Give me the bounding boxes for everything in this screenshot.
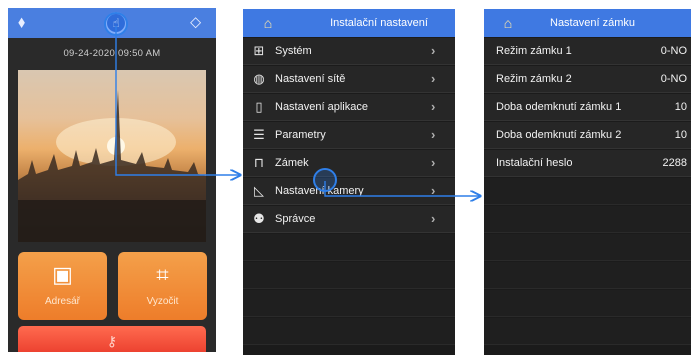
setting-value: 0-NO (660, 73, 687, 85)
menu-item-admin[interactable]: ⚉ Správce › (243, 206, 455, 233)
empty-row (243, 290, 455, 317)
globe-icon: ◍ (253, 71, 265, 86)
tap-indicator (313, 168, 337, 192)
menu-item-label: Parametry (275, 129, 326, 141)
setting-label: Režim zámku 1 (496, 45, 572, 57)
phone-icon: ▯ (255, 99, 263, 114)
empty-row (243, 318, 455, 345)
empty-row (243, 234, 455, 261)
menu-item-lock[interactable]: ⊓ Zámek › (243, 150, 455, 177)
sliders-icon: ☰ (253, 127, 265, 142)
tap-indicator (104, 12, 128, 36)
chevron-right-icon: › (431, 155, 436, 170)
menu-item-label: Zámek (275, 157, 309, 169)
wallpaper-image (18, 70, 206, 242)
setting-value: 10 (674, 101, 687, 113)
install-header: ⌂ Instalační nastavení (243, 9, 455, 37)
call-button[interactable]: ⌗ Vyzočit (118, 252, 207, 320)
chevron-right-icon: › (431, 71, 436, 86)
setting-value: 2288 (662, 157, 687, 169)
admin-icon: ⚉ (253, 211, 265, 226)
empty-row (484, 318, 691, 345)
home-icon: ⌂ (263, 15, 273, 31)
lock-title: Nastavení zámku (550, 17, 635, 29)
lock-header: ⌂ Nastavení zámku (484, 9, 691, 37)
setting-value: 10 (674, 129, 687, 141)
setting-row-unlock-time-1[interactable]: Doba odemknutí zámku 1 10 (484, 94, 691, 121)
menu-item-system[interactable]: ⊞ Systém › (243, 38, 455, 65)
chevron-right-icon: › (431, 183, 436, 198)
empty-row (243, 262, 455, 289)
home-button[interactable]: ⌂ (484, 9, 532, 37)
empty-row (484, 262, 691, 289)
home-screen: ⬧ ☝ ⬦ 09-24-2020 09:50 AM ▣ Adresář ⌗ Vy… (8, 8, 216, 352)
lock-settings-screen: ⌂ Nastavení zámku Režim zámku 1 0-NO Rež… (484, 9, 691, 355)
chevron-right-icon: › (431, 127, 436, 142)
grid-icon: ⊞ (253, 43, 265, 58)
address-book-button[interactable]: ▣ Adresář (18, 252, 107, 320)
chevron-right-icon: › (431, 43, 436, 58)
menu-item-network[interactable]: ◍ Nastavení sítě › (243, 66, 455, 93)
call-label: Vyzočit (146, 296, 179, 307)
empty-row (484, 206, 691, 233)
setting-row-lock-mode-1[interactable]: Režim zámku 1 0-NO (484, 38, 691, 65)
setting-label: Doba odemknutí zámku 2 (496, 129, 622, 141)
setting-value: 0-NO (660, 45, 687, 57)
home-icon: ⌂ (503, 15, 513, 31)
contacts-icon: ▣ (52, 262, 73, 287)
chevron-right-icon: › (431, 99, 436, 114)
camera-icon: ◺ (254, 183, 264, 198)
keypad-icon: ⌗ (156, 262, 169, 287)
setting-row-unlock-time-2[interactable]: Doba odemknutí zámku 2 10 (484, 122, 691, 149)
wifi-icon: ⬦ (190, 14, 202, 31)
date-time: 09-24-2020 09:50 AM (63, 48, 161, 59)
unlock-button[interactable]: ⚷ (18, 326, 206, 352)
menu-item-label: Nastavení aplikace (275, 101, 368, 113)
address-book-label: Adresář (44, 296, 80, 307)
chevron-right-icon: › (431, 211, 436, 226)
home-button[interactable]: ⌂ (243, 9, 293, 37)
menu-item-label: Správce (275, 213, 316, 225)
empty-row (484, 290, 691, 317)
install-title: Instalační nastavení (330, 17, 428, 29)
install-settings-screen: ⌂ Instalační nastavení ⊞ Systém › ◍ Nast… (243, 9, 455, 355)
menu-item-label: Nastavení sítě (275, 73, 346, 85)
key-icon: ⚷ (106, 333, 118, 349)
setting-row-lock-mode-2[interactable]: Režim zámku 2 0-NO (484, 66, 691, 93)
setting-label: Režim zámku 2 (496, 73, 572, 85)
menu-item-camera[interactable]: ◺ Nastavení kamery › (243, 178, 455, 205)
empty-row (484, 234, 691, 261)
menu-item-app-settings[interactable]: ▯ Nastavení aplikace › (243, 94, 455, 121)
setting-row-install-password[interactable]: Instalační heslo 2288 (484, 150, 691, 177)
setting-label: Doba odemknutí zámku 1 (496, 101, 622, 113)
menu-item-parameters[interactable]: ☰ Parametry › (243, 122, 455, 149)
status-icon: ⬧ (18, 14, 26, 31)
menu-item-label: Systém (275, 45, 312, 57)
empty-row (484, 178, 691, 205)
setting-label: Instalační heslo (496, 157, 573, 169)
lock-icon: ⊓ (253, 155, 265, 170)
